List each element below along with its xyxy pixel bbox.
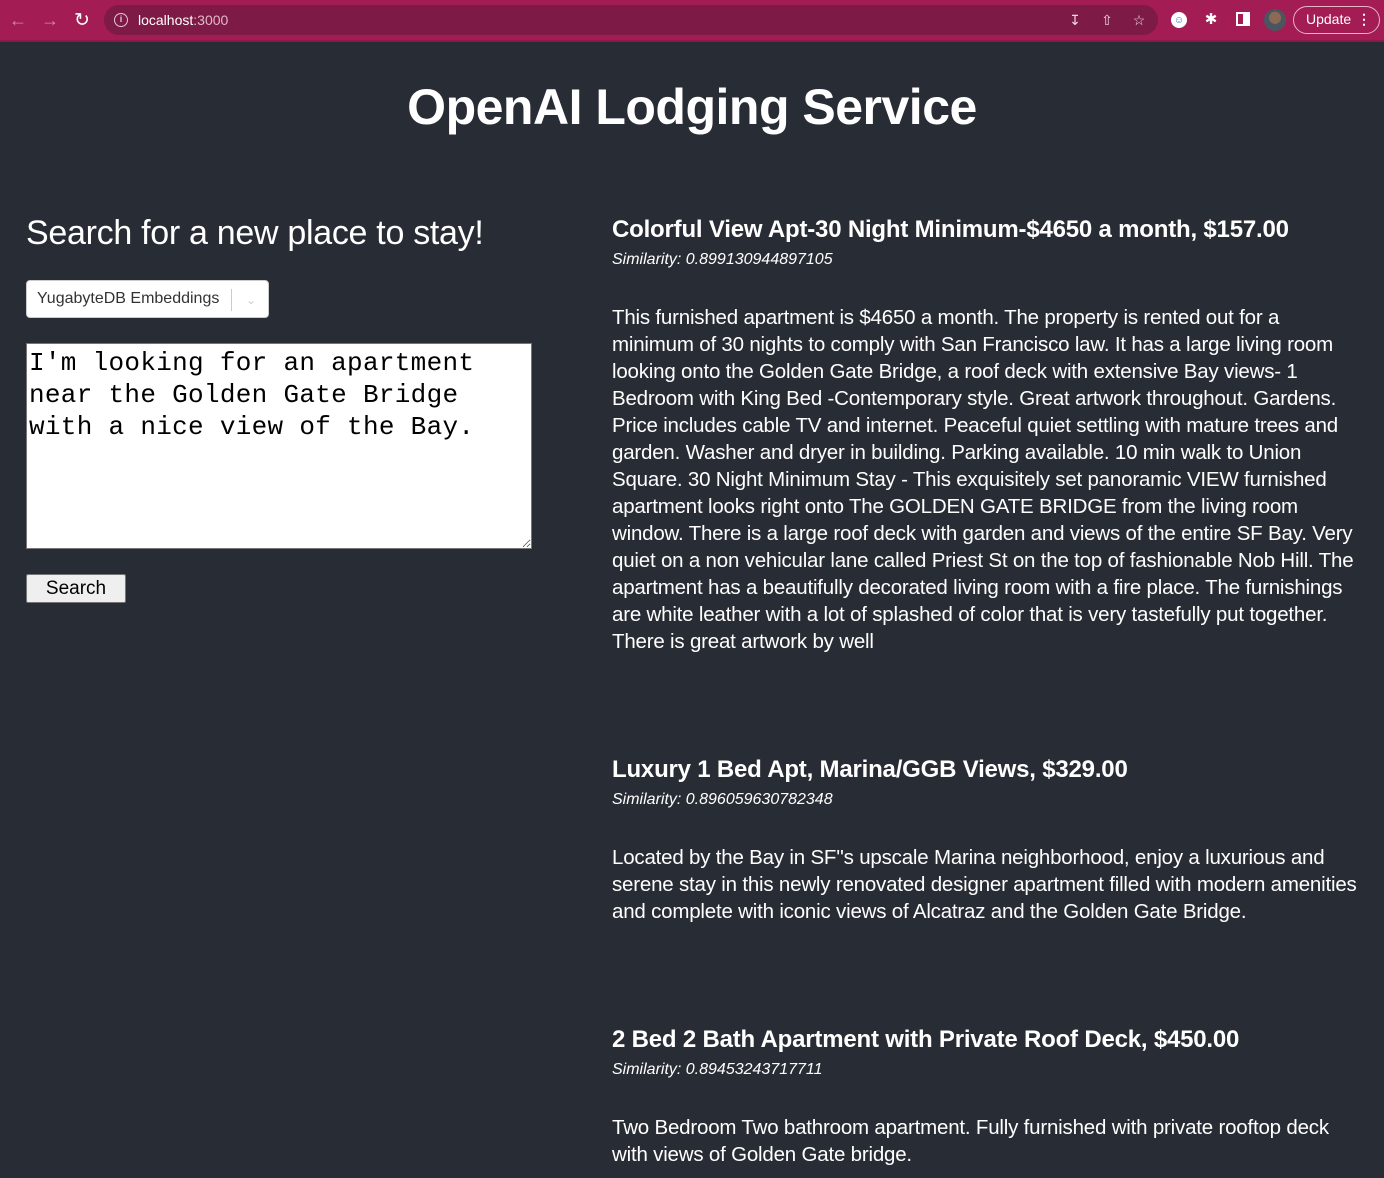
result-item: 2 Bed 2 Bath Apartment with Private Roof… — [612, 1024, 1364, 1168]
result-title: Luxury 1 Bed Apt, Marina/GGB Views, $329… — [612, 756, 1128, 783]
address-bar[interactable]: i localhost:3000 ↧ ⇧ ☆ — [104, 5, 1158, 35]
result-similarity: Similarity: 0.896059630782348 — [612, 791, 833, 808]
install-app-icon[interactable]: ↧ — [1066, 11, 1084, 29]
result-title: Colorful View Apt-30 Night Minimum-$4650… — [612, 216, 1289, 243]
result-description: Located by the Bay in SF''s upscale Mari… — [612, 846, 1357, 923]
extension-icon[interactable]: ☺ — [1171, 12, 1187, 28]
select-separator — [231, 289, 232, 311]
side-panel-icon[interactable] — [1236, 12, 1250, 26]
reload-icon[interactable]: ↻ — [70, 8, 94, 32]
search-panel: Search for a new place to stay! Yugabyte… — [26, 214, 546, 603]
share-icon[interactable]: ⇧ — [1098, 11, 1116, 29]
url-text: localhost:3000 — [138, 12, 228, 28]
puzzle-extensions-icon[interactable]: ✱ — [1201, 9, 1221, 29]
url-port: :3000 — [193, 12, 229, 28]
result-item: Colorful View Apt-30 Night Minimum-$4650… — [612, 214, 1364, 754]
chevron-down-icon[interactable]: ⌄ — [241, 290, 261, 310]
bookmark-star-icon[interactable]: ☆ — [1130, 11, 1148, 29]
result-similarity: Similarity: 0.89453243717711 — [612, 1061, 823, 1078]
more-menu-icon[interactable]: ⋮ — [1357, 7, 1371, 32]
search-heading: Search for a new place to stay! — [26, 214, 484, 252]
query-textarea[interactable]: I'm looking for an apartment near the Go… — [26, 343, 532, 549]
result-similarity: Similarity: 0.899130944897105 — [612, 251, 833, 268]
result-description: This furnished apartment is $4650 a mont… — [612, 306, 1354, 653]
forward-arrow-icon[interactable]: → — [38, 8, 62, 32]
result-description: Two Bedroom Two bathroom apartment. Full… — [612, 1116, 1329, 1166]
back-arrow-icon[interactable]: ← — [6, 8, 30, 32]
update-button[interactable]: Update ⋮ — [1293, 6, 1380, 34]
page-title: OpenAI Lodging Service — [407, 79, 977, 135]
result-title: 2 Bed 2 Bath Apartment with Private Roof… — [612, 1026, 1240, 1053]
info-icon[interactable]: i — [114, 13, 128, 27]
browser-toolbar: ← → ↻ i localhost:3000 ↧ ⇧ ☆ ☺ ✱ Update ⋮ — [0, 0, 1384, 42]
result-item: Luxury 1 Bed Apt, Marina/GGB Views, $329… — [612, 754, 1364, 1024]
results-list: Colorful View Apt-30 Night Minimum-$4650… — [612, 214, 1364, 1168]
url-host: localhost — [138, 12, 194, 28]
search-button[interactable]: Search — [26, 574, 126, 603]
update-label: Update — [1306, 11, 1352, 27]
profile-avatar[interactable] — [1264, 9, 1286, 31]
select-value: YugabyteDB Embeddings — [37, 290, 220, 307]
embedding-source-select[interactable]: YugabyteDB Embeddings ⌄ — [26, 280, 269, 318]
